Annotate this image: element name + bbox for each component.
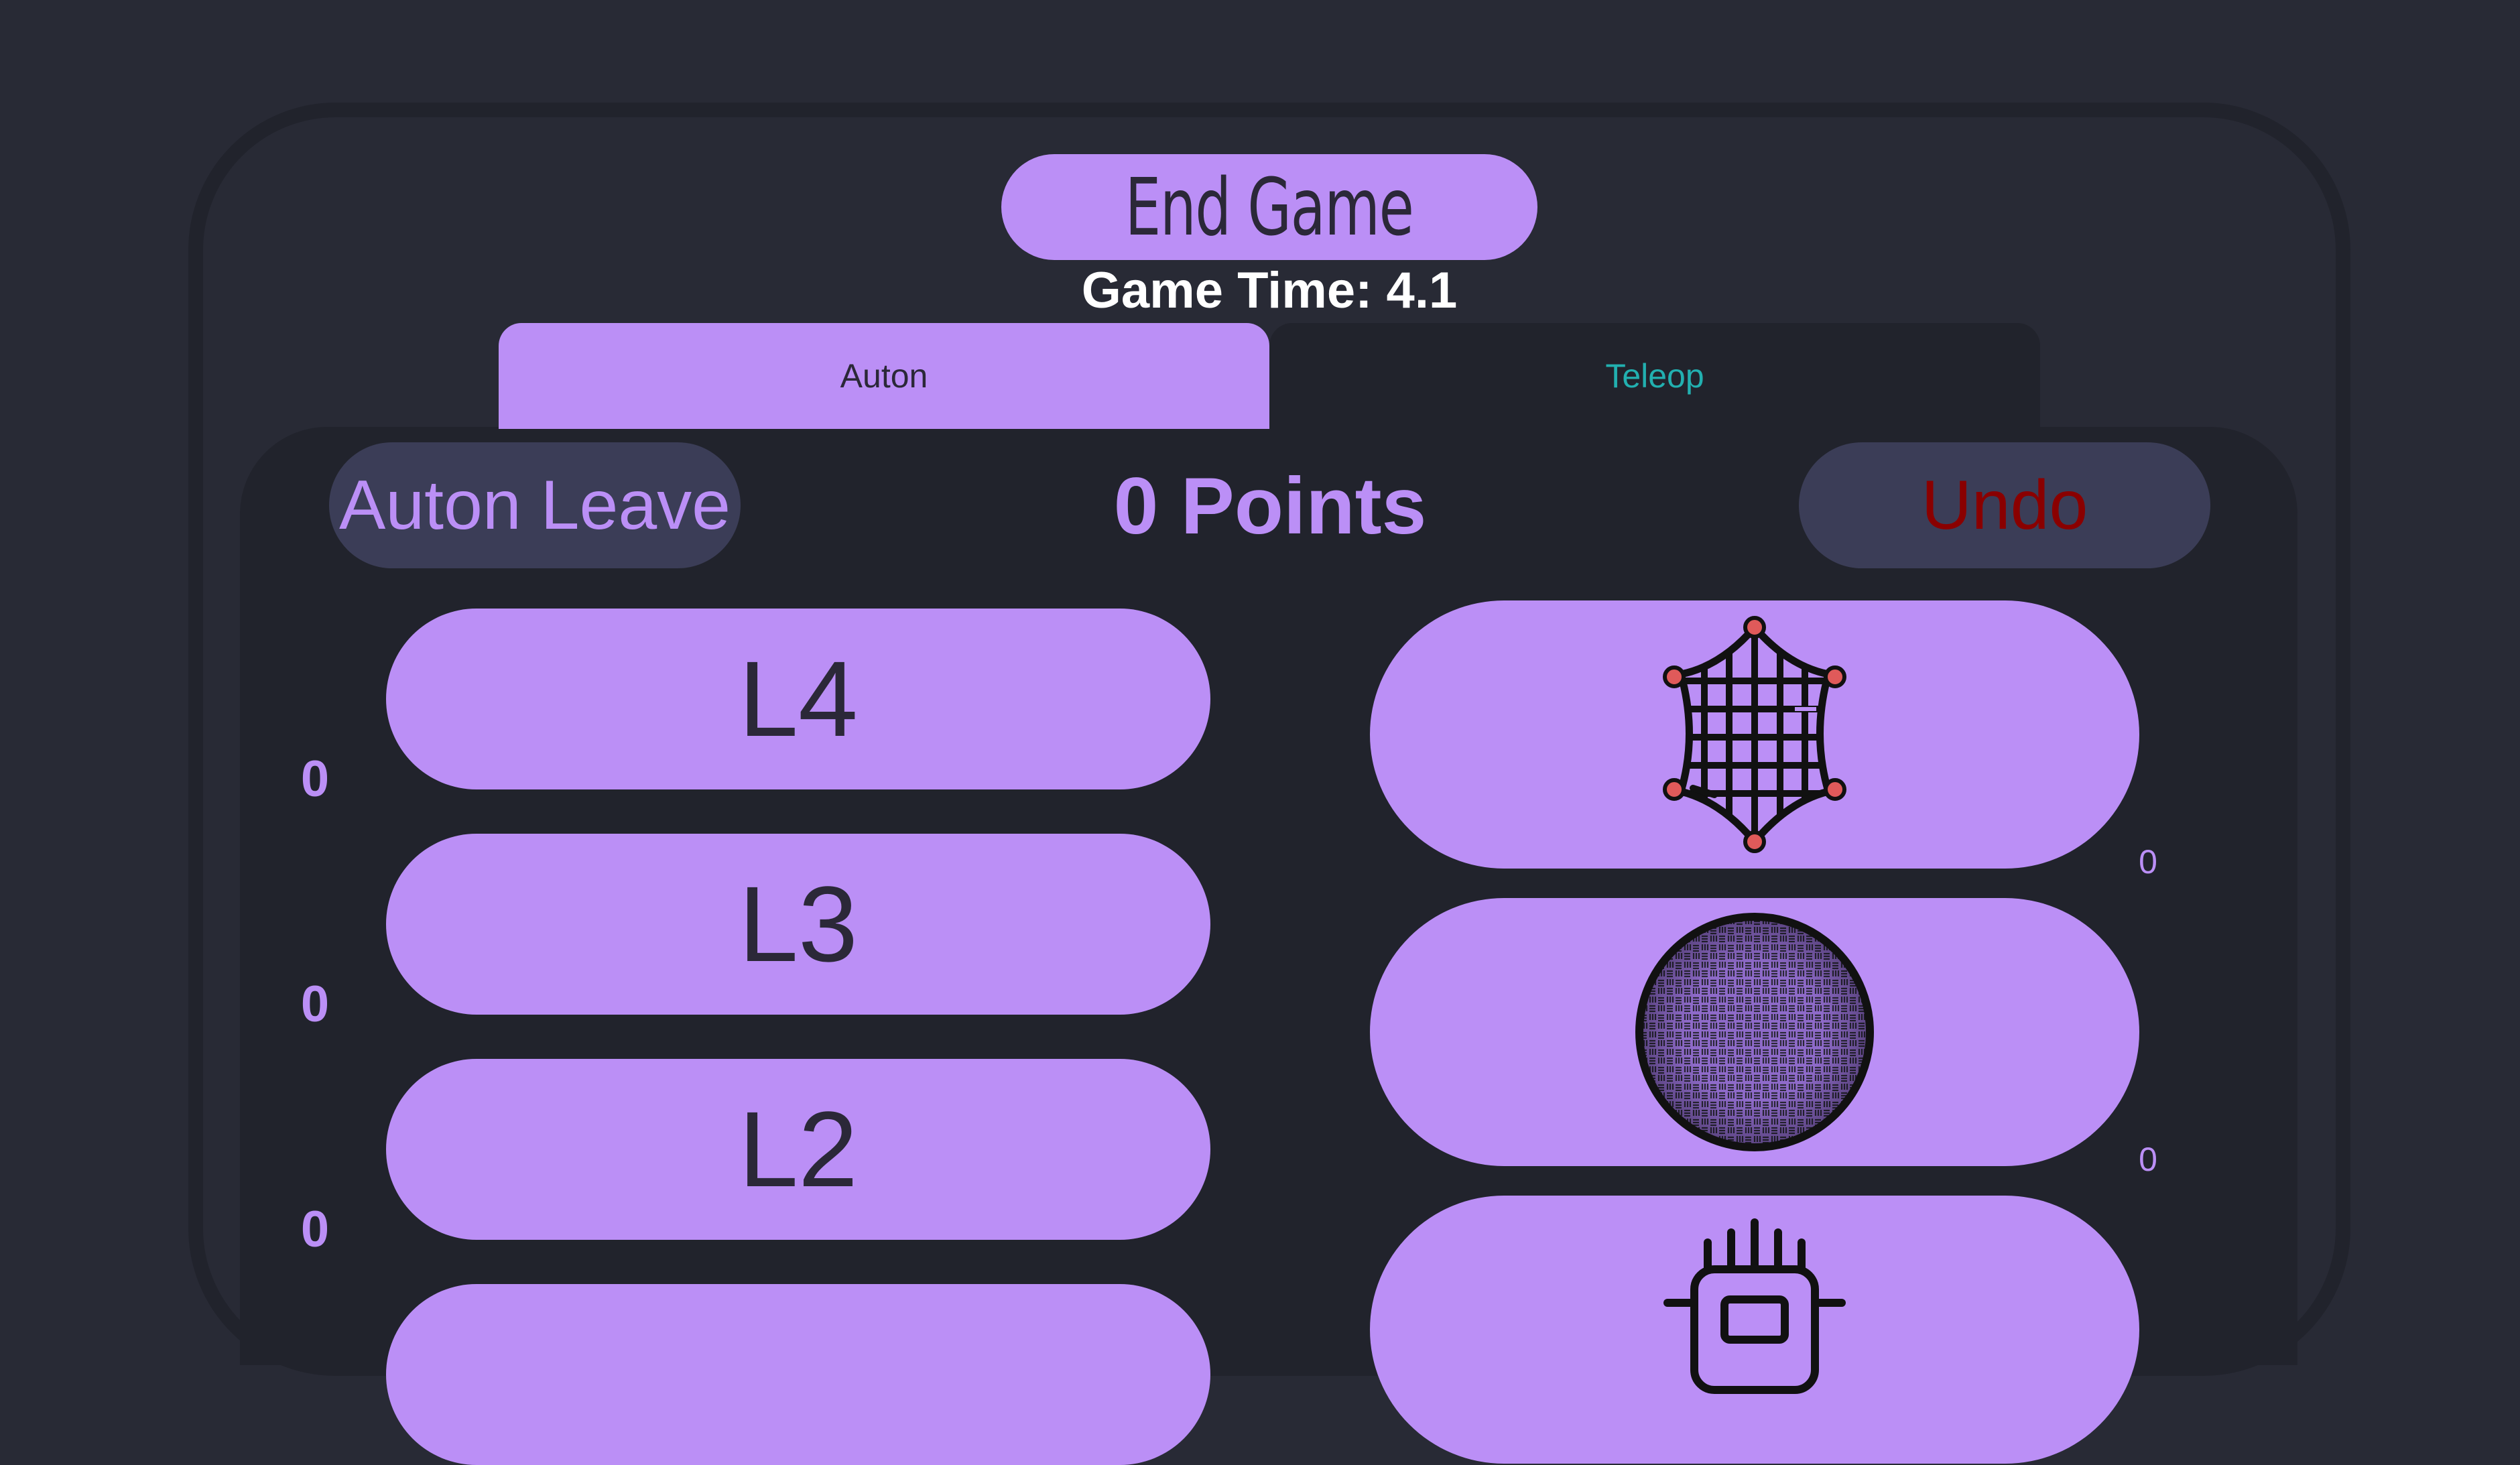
tab-auton-label: Auton: [840, 357, 928, 395]
level-l4-label: L4: [739, 639, 858, 759]
level-l2-button[interactable]: L2: [386, 1059, 1210, 1240]
net-count: 0: [2139, 843, 2157, 881]
tab-teleop-label: Teleop: [1605, 357, 1704, 395]
level-l2-label: L2: [739, 1089, 858, 1209]
level-l2-count: 0: [300, 1201, 330, 1258]
ball-button[interactable]: [1370, 898, 2139, 1166]
end-game-button[interactable]: End Game: [1001, 154, 1537, 260]
processor-icon: [1663, 1218, 1846, 1394]
ball-icon: [1635, 913, 1874, 1151]
undo-label: Undo: [1921, 466, 2088, 544]
end-game-label: End Game: [1125, 161, 1414, 253]
points-total: 0 Points: [1113, 461, 1427, 551]
auton-leave-label: Auton Leave: [338, 466, 731, 544]
undo-button[interactable]: Undo: [1799, 442, 2210, 568]
level-l4-button[interactable]: L4: [386, 609, 1210, 789]
level-l3-button[interactable]: L3: [386, 834, 1210, 1015]
ball-count: 0: [2139, 1141, 2157, 1178]
net-icon: [1663, 616, 1846, 853]
processor-button[interactable]: [1370, 1196, 2139, 1464]
auton-leave-button[interactable]: Auton Leave: [329, 442, 741, 568]
game-time: Game Time: 4.1: [1081, 262, 1458, 319]
level-l3-count: 0: [300, 976, 330, 1033]
tab-auton[interactable]: Auton: [499, 323, 1269, 429]
level-l3-label: L3: [739, 864, 858, 984]
tab-teleop[interactable]: Teleop: [1269, 323, 2040, 429]
level-l4-count: 0: [300, 751, 330, 808]
net-button[interactable]: [1370, 600, 2139, 869]
level-l1-button[interactable]: [386, 1284, 1210, 1465]
